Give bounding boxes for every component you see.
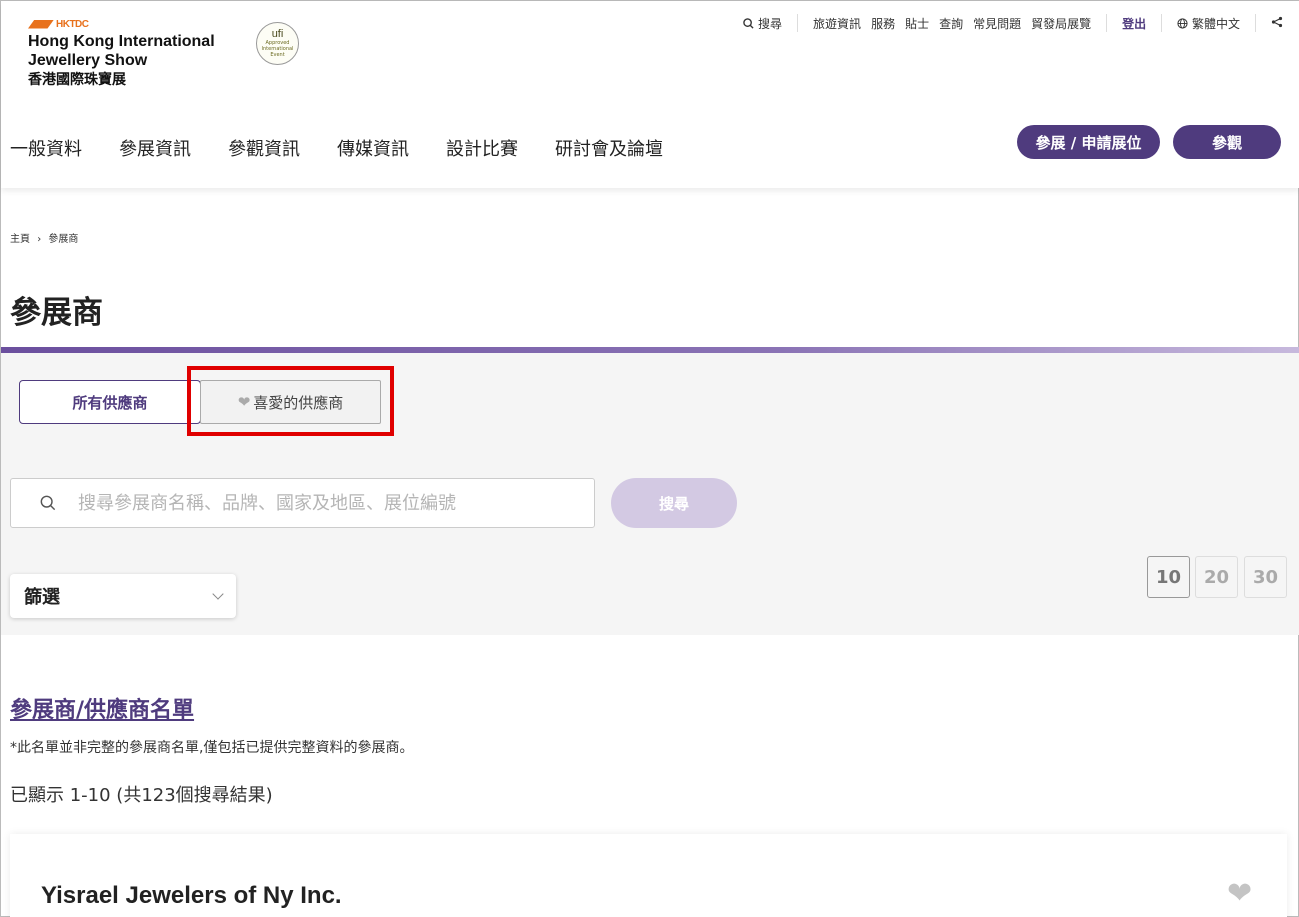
list-disclaimer: *此名單並非完整的參展商名單,僅包括已提供完整資料的參展商。 (10, 740, 414, 756)
divider (1255, 14, 1256, 32)
top-search-link[interactable]: 搜尋 (738, 15, 787, 32)
hktdc-text: HKTDC (56, 18, 89, 30)
search-input[interactable] (78, 492, 558, 514)
ufi-badge-sub3: Event (270, 52, 285, 58)
show-logo[interactable]: HKTDC Hong Kong International Jewellery … (28, 18, 215, 90)
utility-nav: 搜尋 旅遊資訊 服務 貼士 查詢 常見問題 貿發局展覽 登出 繁體中文 (738, 14, 1288, 32)
breadcrumb: 主頁 › 參展商 (10, 230, 78, 245)
top-link-travel[interactable]: 旅遊資訊 (808, 15, 866, 32)
globe-icon (1177, 17, 1188, 29)
ufi-badge-text: ufi (271, 28, 284, 40)
breadcrumb-home[interactable]: 主頁 (10, 234, 30, 245)
chevron-down-icon (212, 588, 224, 600)
nav-visitor-info[interactable]: 參觀資訊 (228, 135, 300, 161)
nav-general-info[interactable]: 一般資料 (10, 135, 82, 161)
tab-favourite-suppliers[interactable]: ❤ 喜愛的供應商 (200, 380, 381, 424)
top-link-enquiry[interactable]: 查詢 (934, 15, 968, 32)
page-size-30[interactable]: 30 (1244, 556, 1287, 598)
result-count: 已顯示 1-10 (共123個搜尋結果) (10, 785, 273, 806)
breadcrumb-current: 參展商 (48, 234, 79, 245)
divider (1161, 14, 1163, 32)
hktdc-logo: HKTDC (28, 18, 215, 30)
top-search-label: 搜尋 (758, 16, 783, 31)
visit-button[interactable]: 參觀 (1173, 125, 1281, 159)
show-name-en-2: Jewellery Show (28, 52, 148, 69)
top-link-tips[interactable]: 貼士 (900, 15, 934, 32)
exhibitor-card[interactable]: Yisrael Jewelers of Ny Inc. ❤ (10, 834, 1287, 917)
search-icon (40, 495, 56, 511)
nav-seminars-forums[interactable]: 研討會及論壇 (555, 135, 663, 161)
search-button[interactable]: 搜尋 (611, 478, 737, 528)
exhibitor-name[interactable]: Yisrael Jewelers of Ny Inc. (41, 882, 342, 910)
exhibitor-list-title[interactable]: 參展商/供應商名單 (10, 692, 194, 724)
top-link-faq[interactable]: 常見問題 (968, 15, 1026, 32)
filter-dropdown[interactable]: 篩選 (10, 574, 236, 618)
exhibit-apply-button[interactable]: 參展 / 申請展位 (1017, 125, 1160, 159)
show-name-zh: 香港國際珠寶展 (28, 72, 126, 88)
nav-design-competition[interactable]: 設計比賽 (446, 135, 518, 161)
logout-link[interactable]: 登出 (1117, 15, 1151, 32)
heart-icon[interactable]: ❤ (1227, 876, 1252, 911)
language-selector[interactable]: 繁體中文 (1172, 15, 1245, 32)
language-label: 繁體中文 (1191, 16, 1240, 31)
heart-icon: ❤ (237, 393, 251, 411)
share-button[interactable] (1266, 16, 1288, 31)
exhibitor-search-field[interactable] (10, 478, 595, 528)
top-link-hktdc-fairs[interactable]: 貿發局展覽 (1026, 15, 1096, 32)
top-link-services[interactable]: 服務 (866, 15, 900, 32)
nav-exhibitor-info[interactable]: 參展資訊 (119, 135, 191, 161)
page-size-20[interactable]: 20 (1195, 556, 1238, 598)
main-nav: 一般資料 參展資訊 參觀資訊 傳媒資訊 設計比賽 研討會及論壇 (10, 135, 700, 161)
share-icon (1271, 16, 1283, 27)
breadcrumb-separator: › (37, 234, 42, 245)
site-header: HKTDC Hong Kong International Jewellery … (1, 1, 1299, 188)
hktdc-mark-icon (28, 19, 54, 29)
page-size-10[interactable]: 10 (1147, 556, 1190, 598)
nav-media-info[interactable]: 傳媒資訊 (337, 135, 409, 161)
search-icon (743, 17, 754, 29)
tab-favourite-label: 喜愛的供應商 (253, 393, 344, 412)
ufi-badge: ufi Approved International Event (256, 22, 299, 65)
tab-all-suppliers[interactable]: 所有供應商 (19, 380, 201, 424)
filter-label: 篩選 (24, 587, 60, 608)
divider (1106, 14, 1108, 32)
show-name-en-1: Hong Kong International (28, 33, 215, 50)
page-title: 參展商 (10, 295, 103, 331)
divider (797, 14, 799, 32)
